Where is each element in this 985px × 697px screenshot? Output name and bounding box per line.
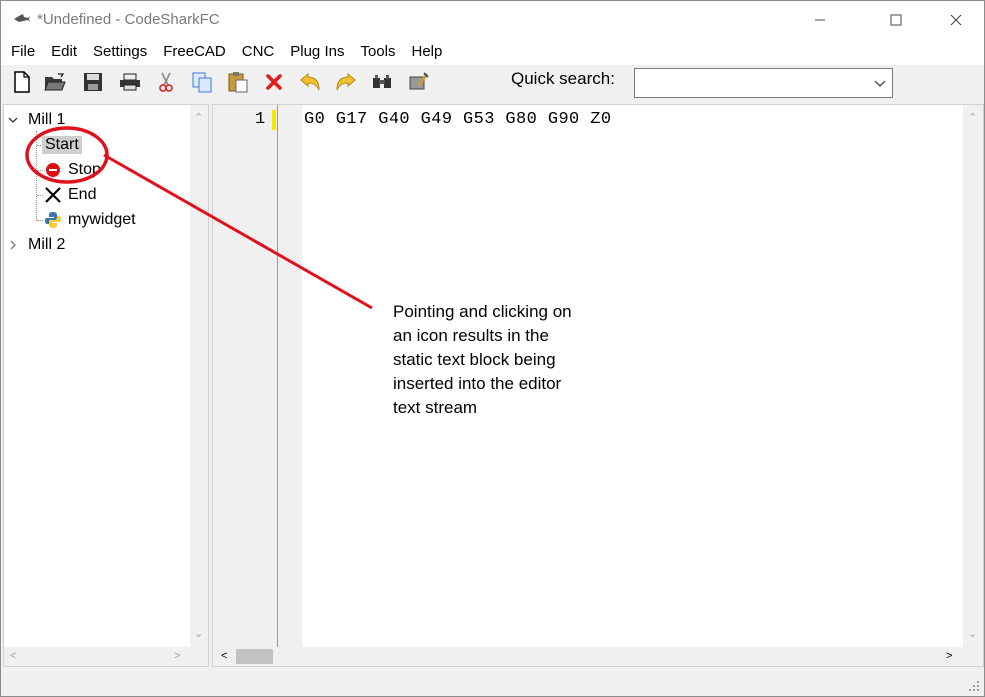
- cut-button[interactable]: [153, 69, 179, 95]
- scroll-right-icon[interactable]: >: [946, 651, 952, 662]
- title-bar: *Undefined - CodeSharkFC: [1, 1, 984, 39]
- new-file-button[interactable]: [9, 69, 35, 95]
- scroll-down-icon[interactable]: ⌄: [968, 629, 977, 640]
- menu-tools[interactable]: Tools: [352, 39, 403, 65]
- tree-item-end[interactable]: End: [44, 183, 99, 207]
- scroll-left-icon[interactable]: <: [10, 651, 16, 662]
- window-title: *Undefined - CodeSharkFC: [37, 11, 220, 28]
- cut-icon: [159, 72, 173, 92]
- menu-cnc[interactable]: CNC: [234, 39, 283, 65]
- menu-freecad[interactable]: FreeCAD: [155, 39, 234, 65]
- black-x-icon: [45, 187, 61, 203]
- shark-app-icon: [14, 14, 30, 22]
- menu-edit[interactable]: Edit: [43, 39, 85, 65]
- close-button[interactable]: [933, 1, 979, 39]
- delete-icon: [266, 74, 282, 90]
- code-line[interactable]: G0 G17 G40 G49 G53 G80 G90 Z0: [304, 110, 611, 129]
- tree-item-start[interactable]: Start: [42, 133, 82, 157]
- editor-horizontal-scrollbar[interactable]: < >: [213, 647, 963, 666]
- find-button[interactable]: [369, 69, 395, 95]
- quick-search-label: Quick search:: [511, 69, 615, 88]
- menu-help[interactable]: Help: [403, 39, 450, 65]
- settings-wrench-icon: [409, 72, 429, 90]
- tree-item-label: End: [68, 186, 97, 203]
- scroll-up-icon[interactable]: ⌃: [194, 113, 203, 124]
- copy-icon: [192, 72, 212, 93]
- horizontal-scroll-thumb[interactable]: [236, 649, 273, 664]
- save-button[interactable]: [80, 69, 106, 95]
- settings-button[interactable]: [405, 69, 431, 95]
- line-number: 1: [255, 110, 266, 129]
- tree-item-label: Start: [42, 136, 82, 154]
- annotation-line: text stream: [393, 398, 478, 417]
- minimize-button[interactable]: [797, 1, 843, 39]
- find-icon: [373, 75, 391, 88]
- maximize-button[interactable]: [873, 1, 919, 39]
- undo-icon: [300, 72, 320, 91]
- menu-plugins[interactable]: Plug Ins: [282, 39, 352, 65]
- open-folder-icon: [44, 73, 66, 91]
- open-button[interactable]: [42, 69, 68, 95]
- annotation-text: Pointing and clicking on an icon results…: [393, 300, 608, 420]
- chevron-right-icon[interactable]: [8, 240, 18, 250]
- toolbar: Quick search:: [1, 65, 984, 101]
- new-file-icon: [14, 71, 30, 93]
- line-number-gutter: [213, 105, 278, 647]
- menu-file[interactable]: File: [3, 39, 43, 65]
- annotation-line: static text block being: [393, 350, 556, 369]
- tree-item-label: Stop: [68, 161, 101, 178]
- status-bar: [1, 669, 984, 696]
- python-icon: [45, 212, 61, 228]
- annotation-line: Pointing and clicking on: [393, 302, 572, 321]
- paste-icon: [228, 72, 248, 93]
- copy-button[interactable]: [189, 69, 215, 95]
- tree-group-label: Mill 1: [28, 111, 66, 128]
- undo-button[interactable]: [297, 69, 323, 95]
- scroll-corner: [963, 647, 983, 666]
- quick-search-combo[interactable]: [634, 68, 893, 98]
- editor-vertical-scrollbar[interactable]: ⌃ ⌄: [963, 105, 983, 647]
- tree-item-stop[interactable]: Stop: [44, 158, 104, 182]
- close-icon: [950, 14, 962, 26]
- tree-group-mill-2[interactable]: Mill 2: [8, 233, 68, 257]
- menu-settings[interactable]: Settings: [85, 39, 155, 65]
- tree-item-label: mywidget: [68, 211, 136, 228]
- maximize-icon: [890, 14, 902, 26]
- scroll-right-icon[interactable]: >: [174, 651, 180, 662]
- scroll-down-icon[interactable]: ⌄: [194, 629, 203, 640]
- print-icon: [120, 73, 140, 91]
- scroll-up-icon[interactable]: ⌃: [968, 113, 977, 124]
- minimize-icon: [815, 19, 825, 21]
- chevron-down-icon[interactable]: [874, 77, 886, 89]
- snippet-tree[interactable]: Mill 1 Start Stop End mywidget Mill 2 ⌃ …: [3, 104, 209, 667]
- tree-item-mywidget[interactable]: mywidget: [44, 208, 139, 232]
- tree-group-label: Mill 2: [28, 236, 66, 253]
- red-stop-icon: [46, 163, 60, 177]
- print-button[interactable]: [117, 69, 143, 95]
- annotation-line: inserted into the editor: [393, 374, 562, 393]
- menu-bar: File Edit Settings FreeCAD CNC Plug Ins …: [1, 39, 984, 65]
- scroll-corner: [190, 647, 208, 666]
- current-line-marker: [272, 110, 276, 130]
- tree-vertical-scrollbar[interactable]: ⌃ ⌄: [190, 105, 208, 647]
- tree-connector: [37, 220, 43, 221]
- tree-group-mill-1[interactable]: Mill 1: [8, 108, 68, 132]
- redo-button[interactable]: [333, 69, 359, 95]
- chevron-down-icon[interactable]: [8, 115, 18, 125]
- save-icon: [84, 73, 102, 91]
- marker-margin: [278, 105, 302, 647]
- paste-button[interactable]: [225, 69, 251, 95]
- annotation-line: an icon results in the: [393, 326, 549, 345]
- delete-button[interactable]: [261, 69, 287, 95]
- tree-connector: [37, 195, 43, 196]
- redo-icon: [336, 72, 356, 91]
- resize-grip-icon[interactable]: [968, 680, 980, 692]
- tree-horizontal-scrollbar[interactable]: < >: [4, 647, 190, 666]
- scroll-left-icon[interactable]: <: [221, 651, 227, 662]
